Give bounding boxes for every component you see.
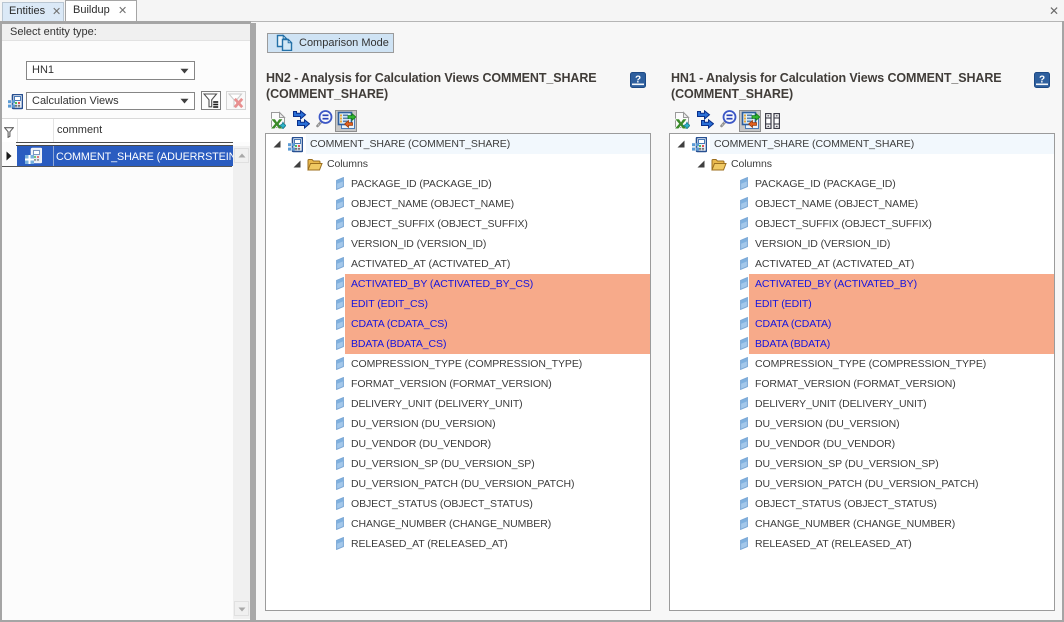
svg-text:?: ? <box>635 75 641 86</box>
svg-text:?: ? <box>1039 75 1045 86</box>
